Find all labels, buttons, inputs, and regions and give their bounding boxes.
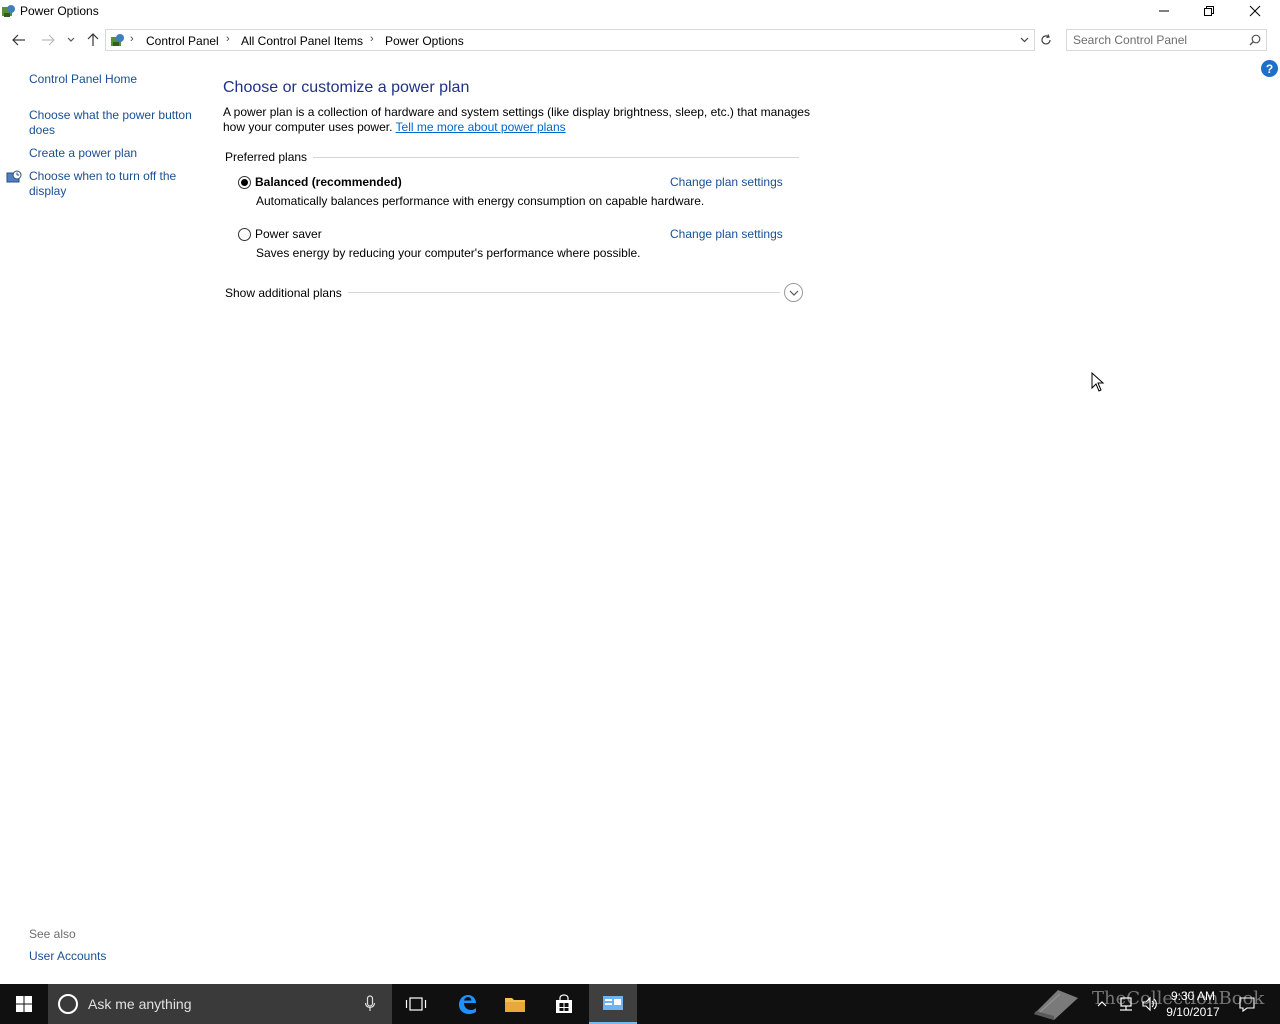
clock-time: 9:30 AM	[1170, 989, 1216, 1003]
task-view-icon	[405, 997, 427, 1011]
breadcrumb-power-options[interactable]: Power Options	[385, 34, 464, 48]
turn-off-display-link[interactable]: Choose when to turn off the display	[29, 169, 201, 199]
chevron-down-icon	[1020, 37, 1028, 43]
power-saver-plan-name[interactable]: Power saver	[255, 227, 322, 241]
expand-additional-plans-button[interactable]	[784, 283, 803, 302]
chevron-down-icon	[789, 290, 798, 296]
tell-me-more-link[interactable]: Tell me more about power plans	[396, 120, 566, 134]
window-title: Power Options	[20, 4, 99, 18]
control-panel-icon	[603, 996, 623, 1010]
balanced-plan-description: Automatically balances performance with …	[256, 194, 705, 208]
mouse-cursor-icon	[1091, 372, 1105, 392]
back-button[interactable]	[8, 30, 30, 50]
taskbar: Ask me anything TheCollectionBook 9:30 A…	[0, 984, 1280, 1024]
power-saver-change-settings-link[interactable]: Change plan settings	[670, 227, 783, 241]
show-additional-plans-label[interactable]: Show additional plans	[225, 286, 348, 300]
power-button-link[interactable]: Choose what the power button does	[29, 108, 201, 138]
power-saver-plan-description: Saves energy by reducing your computer's…	[256, 246, 641, 260]
speaker-icon	[1142, 996, 1157, 1012]
refresh-button[interactable]	[1036, 30, 1056, 50]
back-arrow-icon	[12, 34, 25, 46]
notifications-icon	[1239, 997, 1255, 1012]
windows-logo-icon	[16, 996, 32, 1012]
taskbar-clock[interactable]: 9:30 AM 9/10/2017	[1160, 988, 1226, 1020]
up-arrow-icon	[87, 33, 99, 46]
search-input[interactable]	[1073, 32, 1243, 48]
see-also-label: See also	[29, 927, 76, 941]
task-view-button[interactable]	[392, 984, 440, 1024]
microphone-icon[interactable]	[364, 995, 376, 1013]
edge-icon	[459, 995, 476, 1014]
breadcrumb-all-items[interactable]: All Control Panel Items	[241, 34, 363, 48]
watermark-book-icon	[1034, 990, 1078, 1020]
start-button[interactable]	[0, 984, 48, 1024]
control-panel-icon	[111, 34, 124, 46]
navigation-bar: › Control Panel › All Control Panel Item…	[0, 28, 1280, 52]
control-panel-home-link[interactable]: Control Panel Home	[29, 72, 201, 87]
edge-browser-button[interactable]	[443, 984, 491, 1024]
preferred-plans-label: Preferred plans	[225, 150, 314, 164]
store-bag-icon	[556, 994, 572, 1013]
folder-icon	[505, 998, 525, 1012]
close-icon	[1249, 5, 1261, 17]
page-title: Choose or customize a power plan	[223, 79, 470, 96]
balanced-plan-name[interactable]: Balanced (recommended)	[255, 175, 402, 189]
network-tray-button[interactable]	[1115, 984, 1137, 1024]
network-icon	[1120, 997, 1132, 1011]
minimize-icon	[1159, 10, 1169, 12]
restore-button[interactable]	[1186, 0, 1232, 22]
chevron-down-icon	[67, 37, 75, 42]
title-bar: Power Options	[0, 0, 1280, 24]
file-explorer-button[interactable]	[491, 984, 539, 1024]
cortana-search-box[interactable]: Ask me anything	[48, 984, 392, 1024]
breadcrumb-separator[interactable]: ›	[226, 33, 230, 45]
search-box[interactable]	[1066, 29, 1267, 51]
breadcrumb-separator[interactable]: ›	[130, 33, 134, 45]
help-icon[interactable]: ?	[1261, 60, 1278, 77]
recent-locations-button[interactable]	[61, 30, 81, 50]
breadcrumb-control-panel[interactable]: Control Panel	[146, 34, 219, 48]
address-bar[interactable]: › Control Panel › All Control Panel Item…	[105, 29, 1035, 51]
minimize-button[interactable]	[1141, 0, 1187, 22]
refresh-icon	[1041, 34, 1051, 45]
show-hidden-icons-button[interactable]	[1093, 984, 1111, 1024]
address-dropdown-button[interactable]	[1016, 31, 1032, 49]
create-power-plan-link[interactable]: Create a power plan	[29, 146, 201, 161]
cortana-icon	[58, 994, 78, 1014]
search-icon[interactable]	[1249, 34, 1261, 46]
control-panel-taskbar-button[interactable]	[589, 984, 637, 1024]
restore-icon	[1204, 6, 1214, 16]
user-accounts-link[interactable]: User Accounts	[29, 949, 201, 964]
clock-date: 9/10/2017	[1166, 1005, 1220, 1019]
volume-tray-button[interactable]	[1139, 984, 1161, 1024]
store-button[interactable]	[540, 984, 588, 1024]
cortana-search-text[interactable]: Ask me anything	[88, 996, 192, 1012]
chevron-up-icon	[1097, 1001, 1107, 1007]
close-button[interactable]	[1232, 0, 1278, 22]
forward-button[interactable]	[37, 30, 59, 50]
breadcrumb-separator[interactable]: ›	[370, 33, 374, 45]
balanced-plan-radio[interactable]	[238, 176, 251, 189]
page-description: A power plan is a collection of hardware…	[223, 105, 813, 135]
action-center-button[interactable]	[1234, 984, 1260, 1024]
power-saver-plan-radio[interactable]	[238, 228, 251, 241]
forward-arrow-icon	[42, 34, 55, 46]
up-button[interactable]	[82, 30, 104, 50]
power-options-icon	[2, 5, 15, 17]
display-clock-icon	[6, 170, 22, 183]
balanced-change-settings-link[interactable]: Change plan settings	[670, 175, 783, 189]
